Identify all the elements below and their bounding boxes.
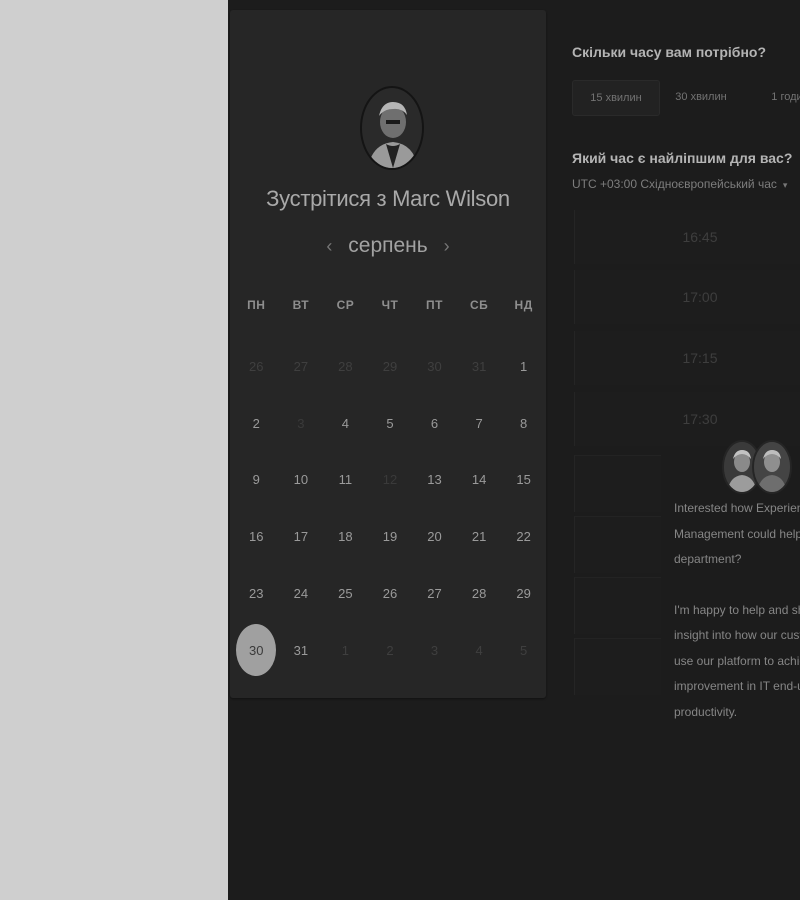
selected-day-label: 30 <box>236 624 277 677</box>
weekday-label: ПТ <box>426 298 444 312</box>
calendar-day[interactable]: 23 <box>234 565 279 622</box>
message-line: I'm happy to help and sha <box>674 602 800 617</box>
time-slot[interactable]: 17:15 <box>574 331 800 385</box>
calendar-day[interactable]: 15 <box>501 452 546 509</box>
calendar-day[interactable]: 18 <box>323 508 368 565</box>
calendar-day-outside: 3 <box>430 642 439 658</box>
weekday-label: ВТ <box>292 298 310 312</box>
avatar <box>360 86 424 170</box>
calendar-day-outside: 1 <box>341 642 350 658</box>
weekday-label: ПН <box>247 298 266 312</box>
calendar-day[interactable]: 28 <box>457 565 502 622</box>
calendar-day-outside: 28 <box>338 358 353 374</box>
weekday-label: ЧТ <box>381 298 399 312</box>
calendar-day[interactable]: 31 <box>279 622 324 679</box>
message-line: improvement in IT end-us <box>674 679 800 693</box>
message-paragraph: Interested how Experienc Management coul… <box>674 496 800 573</box>
duration-options: 15 хвилин 30 хвилин 1 годи <box>572 80 800 116</box>
duration-option-30[interactable]: 30 хвилин <box>658 80 744 114</box>
calendar-day[interactable]: 9 <box>234 452 279 509</box>
time-slot[interactable]: 16:45 <box>574 210 800 264</box>
calendar-day-outside: 31 <box>471 358 487 374</box>
calendar-day[interactable]: 11 <box>323 452 368 509</box>
message-line: Management could help y <box>674 526 800 541</box>
calendar-day[interactable]: 14 <box>457 452 502 509</box>
calendar-day[interactable]: 27 <box>412 565 457 622</box>
calendar-day-outside: 2 <box>386 642 394 658</box>
duration-option-60[interactable]: 1 годи <box>744 80 800 114</box>
duration-question: Скільки часу вам потрібно? <box>572 44 767 60</box>
meeting-title: Зустрітися з Marc Wilson <box>266 186 510 211</box>
left-blank-area <box>0 0 228 900</box>
message-paragraph: I'm happy to help and sha insight into h… <box>674 598 800 726</box>
weekday-label: СБ <box>469 298 489 312</box>
timezone-select[interactable]: UTC +03:00 Східноєвропейський час ▾ <box>572 177 787 191</box>
booking-panel: Зустрітися з Marc Wilson ‹ серпень › ПН … <box>228 0 800 900</box>
time-slot[interactable] <box>574 455 661 512</box>
time-slot[interactable]: 17:30 <box>574 392 800 446</box>
time-slot[interactable] <box>574 577 661 634</box>
month-navigation: ‹ серпень › <box>230 234 546 258</box>
time-question: Який час є найліпшим для вас? <box>572 150 793 166</box>
time-slot[interactable] <box>574 638 661 695</box>
time-slot[interactable]: 17:00 <box>574 270 800 324</box>
calendar-day[interactable]: 7 <box>457 395 502 452</box>
calendar-day[interactable]: 1 <box>501 338 546 395</box>
weekday-header: ПН ВТ СР ЧТ ПТ СБ НД <box>234 298 542 312</box>
calendar-card: Зустрітися з Marc Wilson ‹ серпень › ПН … <box>230 10 546 698</box>
host-photo-icon <box>362 88 422 168</box>
chevron-down-icon: ▾ <box>782 180 788 190</box>
month-label: серпень <box>348 234 428 257</box>
calendar-day[interactable]: 22 <box>501 508 546 565</box>
calendar-day[interactable]: 20 <box>412 508 457 565</box>
calendar-day[interactable]: 2 <box>234 395 279 452</box>
chat-message: Interested how Experienc Management coul… <box>674 496 800 725</box>
prev-month-icon[interactable]: ‹ <box>326 236 332 256</box>
calendar-day-outside: 26 <box>249 358 264 374</box>
chat-avatars <box>722 440 792 496</box>
calendar-day[interactable]: 29 <box>501 565 546 622</box>
calendar-day[interactable]: 5 <box>368 395 413 452</box>
calendar-day[interactable]: 8 <box>501 395 546 452</box>
calendar-day[interactable]: 6 <box>412 395 457 452</box>
calendar-day[interactable]: 21 <box>457 508 502 565</box>
weekday-label: СР <box>336 298 355 312</box>
calendar-day[interactable]: 4 <box>323 395 368 452</box>
calendar-day[interactable]: 16 <box>234 508 279 565</box>
calendar-day-outside: 27 <box>293 358 309 374</box>
message-line: insight into how our custo <box>674 628 800 642</box>
calendar-day-outside: 4 <box>475 642 483 658</box>
timezone-label: UTC +03:00 Східноєвропейський час <box>572 177 777 191</box>
calendar-day[interactable]: 19 <box>368 508 413 565</box>
calendar-day-outside: 5 <box>520 642 528 658</box>
message-line: department? <box>674 552 742 566</box>
calendar-day-disabled: 3 <box>297 415 305 431</box>
calendar-day[interactable]: 24 <box>279 565 324 622</box>
message-line: use our platform to achiev <box>674 653 800 668</box>
calendar-day-outside: 30 <box>427 358 442 374</box>
calendar-day-selected[interactable]: 30 <box>234 622 279 679</box>
calendar-day-outside: 29 <box>382 358 398 374</box>
calendar-day-disabled: 12 <box>382 472 398 488</box>
duration-option-15[interactable]: 15 хвилин <box>572 80 660 116</box>
calendar-day[interactable]: 17 <box>279 508 324 565</box>
calendar-day[interactable]: 25 <box>323 565 368 622</box>
avatar <box>752 440 792 494</box>
calendar-day[interactable]: 13 <box>412 452 457 509</box>
calendar-day[interactable]: 26 <box>368 565 413 622</box>
weekday-label: НД <box>514 298 533 312</box>
calendar-grid: 26 27 28 29 30 31 1 2 3 4 5 6 7 8 9 10 1… <box>234 338 542 679</box>
calendar-day[interactable]: 10 <box>279 452 324 509</box>
next-month-icon[interactable]: › <box>444 236 450 256</box>
time-slot[interactable] <box>574 516 661 573</box>
person-icon <box>754 442 790 492</box>
message-line: productivity. <box>674 704 738 719</box>
message-line: Interested how Experienc <box>674 501 800 515</box>
